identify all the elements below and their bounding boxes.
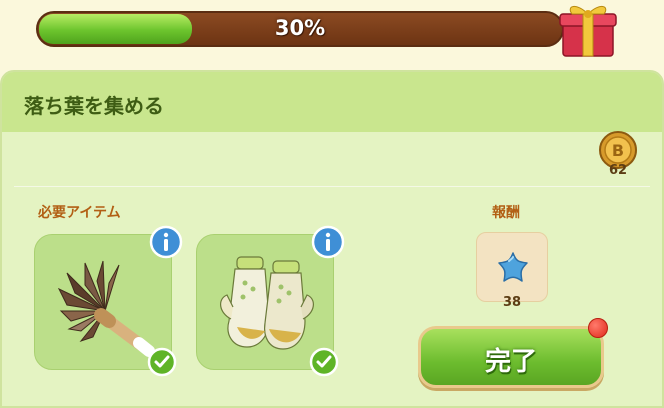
check-icon xyxy=(309,347,339,377)
quest-title: 落ち葉を集める xyxy=(24,94,164,118)
quest-progress-bar: 30% xyxy=(36,11,564,47)
progress-label: 30% xyxy=(274,16,326,40)
feather-duster-icon xyxy=(57,260,155,357)
info-icon[interactable] xyxy=(149,225,183,259)
svg-text:B: B xyxy=(612,141,624,160)
check-icon xyxy=(147,347,177,377)
required-item-card[interactable] xyxy=(196,225,345,377)
blue-star-icon xyxy=(498,252,528,282)
gift-box-icon[interactable] xyxy=(556,0,618,58)
reward-label: 報酬 xyxy=(492,205,520,221)
info-icon[interactable] xyxy=(311,225,345,259)
required-item-card[interactable] xyxy=(34,225,183,377)
required-items-label: 必要アイテム xyxy=(38,205,121,221)
divider xyxy=(14,186,650,187)
complete-button-label: 完了 xyxy=(484,347,537,377)
coin-count: 62 xyxy=(608,163,628,178)
gardening-gloves-icon xyxy=(220,256,314,350)
panel-header: 落ち葉を集める xyxy=(2,72,662,132)
reward-count: 38 xyxy=(502,295,522,310)
notification-dot xyxy=(588,318,608,338)
reward-item-box[interactable] xyxy=(476,232,548,302)
complete-button[interactable]: 完了 xyxy=(418,326,604,388)
